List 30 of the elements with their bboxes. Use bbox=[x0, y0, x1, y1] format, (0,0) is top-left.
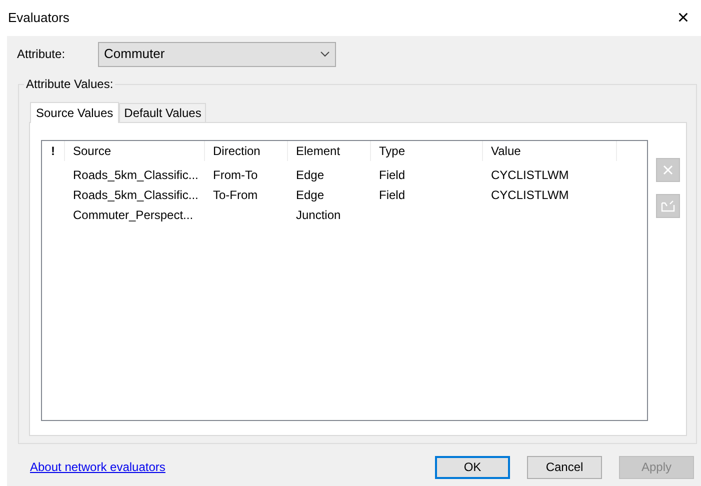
table-cell-text: Field bbox=[378, 187, 406, 204]
table-cell-text: Field bbox=[378, 167, 406, 184]
table-cell-text: CYCLISTLWM bbox=[490, 187, 570, 204]
column-header[interactable]: ! bbox=[42, 141, 65, 161]
table-cell-text: CYCLISTLWM bbox=[490, 167, 570, 184]
cross-icon bbox=[663, 165, 673, 175]
column-header[interactable]: Value bbox=[483, 141, 617, 161]
table-cell-text: Roads_5km_Classific... bbox=[72, 167, 200, 184]
chevron-down-icon bbox=[320, 51, 330, 57]
table-cell-text: Commuter_Perspect... bbox=[72, 207, 194, 224]
table-cell-text: Edge bbox=[295, 187, 326, 204]
table-cell-text: From-To bbox=[212, 167, 259, 184]
help-link[interactable]: About network evaluators bbox=[30, 458, 166, 476]
column-header[interactable]: Element bbox=[288, 141, 371, 161]
attribute-dropdown[interactable]: Commuter bbox=[98, 42, 336, 66]
column-header[interactable]: Type bbox=[371, 141, 483, 161]
column-header[interactable]: Direction bbox=[205, 141, 288, 161]
tab[interactable]: Default Values bbox=[119, 103, 206, 122]
field-label: Attribute: bbox=[17, 46, 66, 63]
table-cell-text: Junction bbox=[295, 207, 342, 224]
table-cell-text: Edge bbox=[295, 167, 326, 184]
tab[interactable]: Source Values bbox=[30, 102, 120, 123]
window-title: Evaluators bbox=[8, 9, 70, 28]
table-cell-text: Roads_5km_Classific... bbox=[72, 187, 200, 204]
close-button[interactable]: × bbox=[673, 8, 693, 28]
column-header[interactable]: Source bbox=[65, 141, 205, 161]
tray-icon bbox=[661, 200, 675, 212]
table-cell-text: To-From bbox=[212, 187, 259, 204]
dialog-button[interactable]: Cancel bbox=[527, 456, 602, 478]
dialog-button[interactable]: OK bbox=[435, 456, 510, 478]
